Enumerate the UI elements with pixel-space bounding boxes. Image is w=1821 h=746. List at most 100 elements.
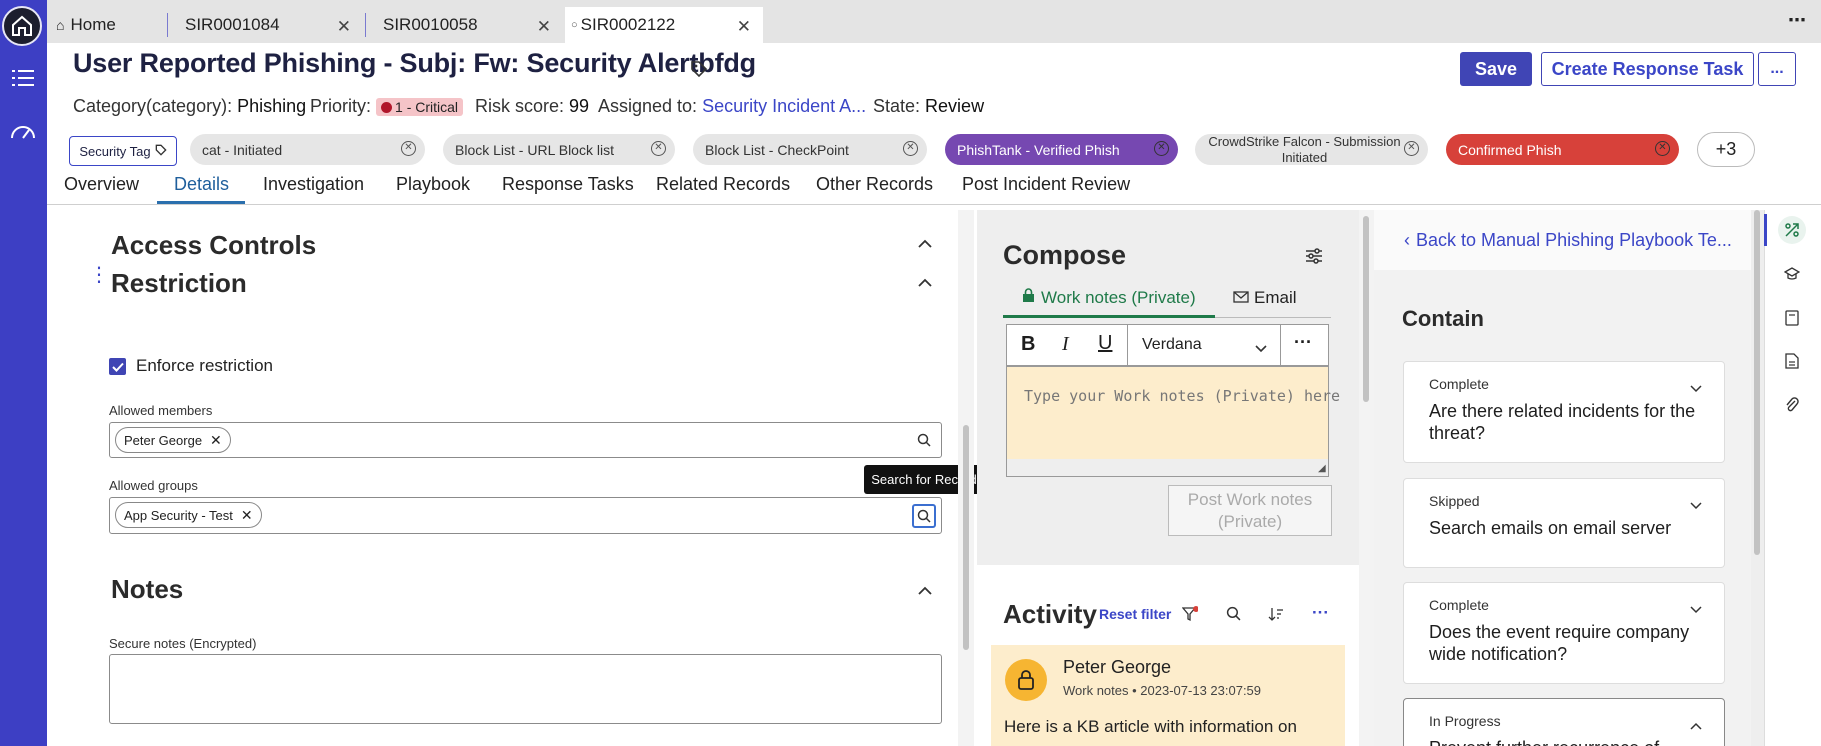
dashboard-gauge-icon[interactable] (10, 118, 36, 144)
chevron-up-icon[interactable] (918, 236, 932, 250)
textarea-resize-bar (1006, 459, 1329, 477)
book-icon[interactable] (1785, 310, 1799, 331)
tab-response-tasks[interactable]: Response Tasks (502, 174, 634, 195)
font-select[interactable]: Verdana (1142, 336, 1202, 354)
chevron-down-icon[interactable] (1690, 497, 1702, 513)
post-work-notes-button[interactable]: Post Work notes (Private) (1168, 485, 1332, 536)
remove-tag-icon[interactable]: ✕ (903, 141, 918, 156)
toolbar-divider (1280, 324, 1281, 366)
playbook-section-title: Contain (1402, 306, 1484, 331)
graduation-cap-icon[interactable] (1783, 267, 1801, 286)
settings-sliders-icon[interactable] (1305, 247, 1323, 270)
document-icon[interactable] (1785, 353, 1799, 374)
remove-tag-icon[interactable]: ✕ (401, 141, 416, 156)
more-options-icon[interactable]: ··· (1294, 332, 1312, 353)
remove-tag-icon[interactable]: ✕ (651, 141, 666, 156)
remove-icon[interactable]: ✕ (210, 432, 222, 449)
underline-icon[interactable]: U (1098, 332, 1112, 355)
resize-handle-icon[interactable]: ◢ (1318, 463, 1326, 474)
tab-related-records[interactable]: Related Records (656, 174, 790, 195)
bold-icon[interactable]: B (1021, 333, 1035, 356)
search-icon[interactable] (917, 433, 931, 452)
left-nav-rail (0, 0, 47, 746)
tab-home[interactable]: ⌂ Home (56, 7, 166, 43)
secure-notes-textarea[interactable] (109, 654, 942, 724)
security-tag-button[interactable]: Security Tag (69, 136, 177, 166)
reset-filter-link[interactable]: Reset filter (1099, 606, 1171, 622)
remove-tag-icon[interactable]: ✕ (1404, 141, 1419, 156)
sort-icon[interactable] (1268, 606, 1284, 627)
tab-overflow-menu-icon[interactable]: ⋯ (1788, 10, 1806, 31)
more-tags-button[interactable]: +3 (1697, 132, 1755, 167)
tab-sir0010058[interactable]: SIR0010058 ✕ (365, 7, 563, 43)
search-icon[interactable] (1226, 606, 1241, 626)
tag-icon[interactable] (690, 60, 708, 83)
italic-icon[interactable]: I (1062, 333, 1069, 356)
priority-badge: 1 - Critical (376, 98, 464, 117)
remove-tag-icon[interactable]: ✕ (1655, 141, 1670, 156)
nav-divider (47, 204, 1821, 205)
work-notes-placeholder: Type your Work notes (Private) here (1024, 387, 1341, 405)
remove-tag-icon[interactable]: ✕ (1154, 141, 1169, 156)
activity-more-icon[interactable]: ··· (1312, 603, 1329, 623)
assigned-to-field: Assigned to: Security Incident A... (598, 96, 867, 116)
close-icon[interactable]: ✕ (337, 17, 351, 37)
tag-chip[interactable]: PhishTank - Verified Phish ✕ (945, 134, 1178, 165)
tab-other-records[interactable]: Other Records (816, 174, 933, 195)
playbook-scrollbar[interactable] (1754, 210, 1760, 555)
playbook-icon[interactable] (1778, 216, 1806, 244)
save-button[interactable]: Save (1460, 52, 1532, 86)
tab-playbook[interactable]: Playbook (396, 174, 470, 195)
close-icon[interactable]: ✕ (737, 17, 751, 37)
playbook-card[interactable]: Skipped Search emails on email server (1403, 478, 1725, 568)
chevron-up-icon[interactable] (1690, 717, 1702, 733)
critical-dot-icon (381, 102, 393, 114)
tag-chip[interactable]: Block List - CheckPoint ✕ (693, 134, 927, 165)
chevron-up-icon[interactable] (918, 275, 932, 289)
tab-details[interactable]: Details (174, 174, 229, 195)
filter-icon[interactable] (1181, 606, 1199, 627)
paperclip-icon[interactable] (1785, 396, 1799, 419)
state-field: State: Review (873, 96, 985, 116)
tag-icon (155, 144, 167, 159)
allowed-members-label: Allowed members (109, 403, 213, 418)
chevron-down-icon[interactable] (1690, 601, 1702, 617)
playbook-card[interactable]: Complete Does the event require company … (1403, 582, 1725, 684)
drag-handle-icon[interactable]: ⋮ (89, 262, 109, 287)
tab-work-notes[interactable]: Work notes (Private) (1022, 288, 1196, 308)
playbook-card[interactable]: In Progress Prevent further recurrence o… (1403, 698, 1725, 746)
home-icon[interactable] (2, 6, 42, 46)
tag-chip[interactable]: Confirmed Phish ✕ (1446, 134, 1679, 165)
chevron-down-icon[interactable] (1255, 340, 1267, 358)
more-actions-button[interactable]: ... (1758, 52, 1796, 86)
section-title-restriction: Restriction (111, 268, 247, 298)
home-icon: ⌂ (56, 17, 65, 33)
tab-post-incident-review[interactable]: Post Incident Review (962, 174, 1130, 195)
remove-icon[interactable]: ✕ (241, 507, 253, 524)
list-icon[interactable] (10, 65, 36, 91)
chevron-up-icon[interactable] (918, 583, 932, 597)
tag-chip[interactable]: Block List - URL Block list ✕ (443, 134, 675, 165)
compose-scrollbar[interactable] (1363, 216, 1369, 402)
tag-chip[interactable]: CrowdStrike Falcon - Submission Initiate… (1195, 134, 1428, 165)
tab-sir0002122[interactable]: ○ SIR0002122 ✕ (565, 7, 763, 43)
tab-investigation[interactable]: Investigation (263, 174, 364, 195)
search-record-button[interactable] (912, 504, 936, 528)
tab-email[interactable]: Email (1233, 288, 1297, 308)
form-scrollbar[interactable] (963, 425, 969, 650)
enforce-restriction-checkbox[interactable] (109, 358, 126, 375)
chevron-down-icon[interactable] (1690, 380, 1702, 396)
allowed-members-field[interactable] (109, 422, 942, 458)
group-pill: App Security - Test ✕ (115, 502, 262, 528)
tab-sir0001084[interactable]: SIR0001084 ✕ (167, 7, 363, 43)
create-response-task-button[interactable]: Create Response Task (1541, 52, 1754, 86)
assigned-to-link[interactable]: Security Incident A... (702, 96, 866, 116)
active-rail-indicator (1764, 214, 1767, 246)
context-side-rail (1764, 210, 1821, 746)
tab-overview[interactable]: Overview (64, 174, 139, 195)
back-link[interactable]: ‹ Back to Manual Phishing Playbook Te... (1404, 230, 1732, 251)
playbook-card[interactable]: Complete Are there related incidents for… (1403, 361, 1725, 463)
close-icon[interactable]: ✕ (537, 17, 551, 37)
allowed-groups-label: Allowed groups (109, 478, 198, 493)
tag-chip[interactable]: cat - Initiated ✕ (190, 134, 425, 165)
